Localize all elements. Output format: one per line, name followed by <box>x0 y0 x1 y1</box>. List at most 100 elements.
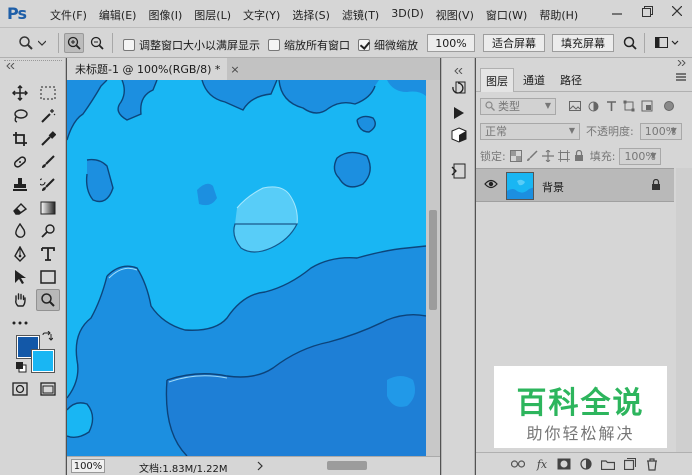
panel-menu-button[interactable] <box>676 73 686 81</box>
path-selection-tool[interactable] <box>8 266 32 288</box>
filter-smart-object-button[interactable] <box>638 97 656 115</box>
crop-tool[interactable] <box>8 128 32 150</box>
fill-screen-button[interactable]: 填充屏幕 <box>552 34 614 52</box>
workspace-switcher[interactable] <box>651 33 685 53</box>
menu-help[interactable]: 帮助(H) <box>533 7 584 23</box>
pen-tool[interactable] <box>8 243 32 265</box>
new-group-button[interactable] <box>600 456 616 472</box>
collapse-arrows-icon[interactable] <box>6 63 16 69</box>
tab-channels[interactable]: 通道 <box>516 68 552 92</box>
layer-row[interactable]: 背景 <box>476 168 674 202</box>
minimize-button[interactable] <box>602 0 632 22</box>
lock-all-icon[interactable] <box>574 150 584 162</box>
fit-screen-button[interactable]: 适合屏幕 <box>483 34 545 52</box>
history-panel-button[interactable] <box>449 80 469 98</box>
menu-file[interactable]: 文件(F) <box>44 7 93 23</box>
lasso-tool[interactable] <box>8 105 32 127</box>
menu-image[interactable]: 图像(I) <box>142 7 188 23</box>
menu-3d[interactable]: 3D(D) <box>385 7 430 23</box>
layers-scrollbar[interactable] <box>676 168 692 458</box>
filter-pixel-button[interactable] <box>566 97 584 115</box>
search-button[interactable] <box>620 33 640 53</box>
lock-move-icon[interactable] <box>541 150 554 162</box>
resize-windows-option[interactable]: 调整窗口大小以满屏显示 <box>123 37 260 53</box>
zoom-value-field[interactable]: 100% <box>427 34 475 52</box>
new-adjustment-button[interactable] <box>578 456 594 472</box>
zoom-all-windows-checkbox[interactable] <box>268 39 280 51</box>
tab-paths[interactable]: 路径 <box>554 68 588 92</box>
filter-shape-button[interactable] <box>620 97 638 115</box>
brush-tool[interactable] <box>36 151 60 173</box>
resize-windows-checkbox[interactable] <box>123 39 135 51</box>
panel-collapse-button[interactable] <box>676 60 686 66</box>
eyedropper-tool[interactable] <box>36 128 60 150</box>
layer-style-button[interactable]: fx <box>534 456 550 472</box>
blend-mode-select[interactable]: 正常 ▼ <box>480 122 580 140</box>
horizontal-scroll-thumb[interactable] <box>327 461 367 470</box>
tool-preset-picker[interactable] <box>18 34 52 52</box>
menu-window[interactable]: 窗口(W) <box>480 7 533 23</box>
properties-panel-button[interactable] <box>449 162 469 180</box>
eraser-tool[interactable] <box>8 197 32 219</box>
zoom-in-button[interactable] <box>64 33 84 53</box>
status-zoom-field[interactable]: 100% <box>71 459 105 473</box>
layer-visibility-toggle[interactable] <box>484 179 498 189</box>
filter-adjustment-button[interactable] <box>584 97 602 115</box>
lock-transparent-icon[interactable] <box>509 150 522 162</box>
vertical-scroll-thumb[interactable] <box>429 210 437 310</box>
zoom-tool[interactable] <box>36 289 60 311</box>
menu-layer[interactable]: 图层(L) <box>188 7 237 23</box>
filter-kind-select[interactable]: 类型 ▼ <box>480 97 556 115</box>
document-tab[interactable]: 未标题-1 @ 100%(RGB/8) * × <box>67 58 240 80</box>
close-tab-button[interactable]: × <box>230 63 239 76</box>
menu-select[interactable]: 选择(S) <box>286 7 336 23</box>
link-layers-button[interactable] <box>510 456 526 472</box>
more-tools-button[interactable] <box>8 312 32 334</box>
quick-mask-button[interactable] <box>8 378 32 400</box>
opacity-field[interactable]: 100% ▼ <box>639 122 682 140</box>
tab-layers[interactable]: 图层 <box>480 68 514 92</box>
hand-tool[interactable] <box>8 289 32 311</box>
add-mask-button[interactable] <box>556 456 572 472</box>
healing-brush-tool[interactable] <box>8 151 32 173</box>
actions-panel-button[interactable] <box>449 104 469 122</box>
type-tool[interactable] <box>36 243 60 265</box>
delete-layer-button[interactable] <box>644 456 660 472</box>
document-canvas[interactable] <box>67 80 426 456</box>
fill-field[interactable]: 100% ▼ <box>619 147 662 165</box>
clone-stamp-tool[interactable] <box>8 174 32 196</box>
filter-type-button[interactable] <box>602 97 620 115</box>
vertical-scrollbar[interactable] <box>426 80 440 456</box>
dodge-tool[interactable] <box>36 220 60 242</box>
document-info[interactable]: 文档:1.83M/1.22M <box>139 460 228 475</box>
screen-mode-button[interactable] <box>36 378 60 400</box>
menu-edit[interactable]: 编辑(E) <box>93 7 143 23</box>
close-window-button[interactable] <box>662 0 692 22</box>
scrubby-zoom-checkbox[interactable] <box>358 39 370 51</box>
zoom-out-button[interactable] <box>87 33 107 53</box>
default-colors-button[interactable] <box>14 360 28 374</box>
menu-view[interactable]: 视图(V) <box>430 7 480 23</box>
minimize-icon <box>612 13 622 15</box>
menu-type[interactable]: 文字(Y) <box>237 7 286 23</box>
gradient-tool[interactable] <box>36 197 60 219</box>
marquee-tool[interactable] <box>36 82 60 104</box>
zoom-all-windows-option[interactable]: 缩放所有窗口 <box>268 37 350 53</box>
3d-panel-button[interactable] <box>449 126 469 144</box>
dock-collapse-button[interactable] <box>449 62 469 80</box>
scrubby-zoom-option[interactable]: 细微缩放 <box>358 37 418 53</box>
blur-tool[interactable] <box>8 220 32 242</box>
menu-filter[interactable]: 滤镜(T) <box>336 7 385 23</box>
new-layer-button[interactable] <box>622 456 638 472</box>
lock-brush-icon[interactable] <box>526 150 538 162</box>
rectangle-tool[interactable] <box>36 266 60 288</box>
history-brush-tool[interactable] <box>36 174 60 196</box>
swap-colors-button[interactable] <box>40 330 54 344</box>
lock-artboard-icon[interactable] <box>557 150 570 162</box>
status-menu-arrow-icon[interactable] <box>257 458 263 471</box>
move-tool[interactable] <box>8 82 32 104</box>
filter-toggle-button[interactable] <box>664 101 674 111</box>
magic-wand-tool[interactable] <box>36 105 60 127</box>
background-color-swatch[interactable] <box>31 349 55 373</box>
restore-button[interactable] <box>632 0 662 22</box>
